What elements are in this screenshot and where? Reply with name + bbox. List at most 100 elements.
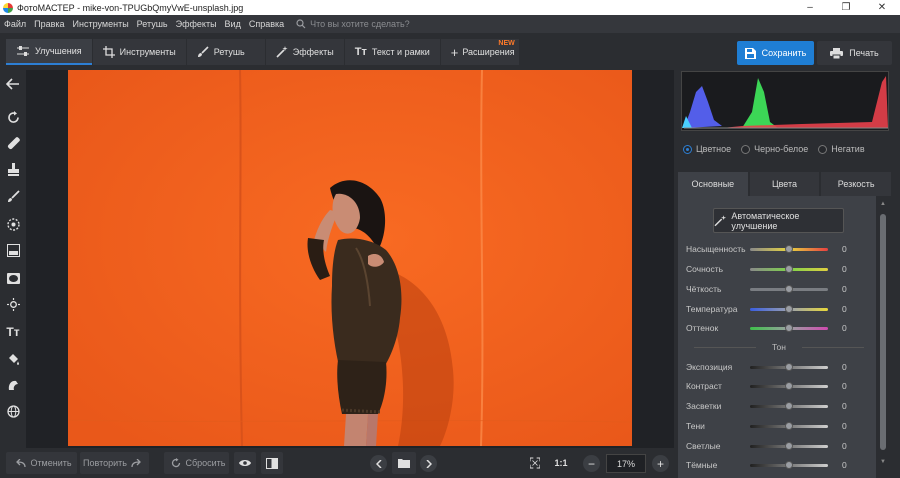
next-photo-button[interactable] (420, 455, 437, 472)
vignette-icon[interactable] (5, 270, 21, 286)
fill-bucket-icon[interactable] (5, 350, 21, 366)
window-controls: – ❐ ✕ (792, 0, 900, 15)
chevron-right-icon (425, 459, 432, 468)
slider-darks[interactable]: Тёмные 0 (686, 459, 851, 471)
restore-icon[interactable]: ❐ (828, 0, 864, 15)
slider-knob[interactable] (785, 265, 793, 273)
slider-knob[interactable] (785, 305, 793, 313)
mode-color[interactable]: Цветное (683, 144, 731, 154)
globe-icon[interactable] (5, 403, 21, 419)
slider-temperature[interactable]: Температура 0 (686, 303, 851, 315)
slider-knob[interactable] (785, 422, 793, 430)
redo-label: Повторить (83, 458, 127, 468)
photo-preview[interactable] (68, 70, 632, 446)
actual-size-button[interactable]: 1:1 (550, 452, 572, 474)
eye-icon (239, 460, 251, 466)
sparkle-icon (714, 214, 727, 226)
redo-icon (131, 458, 141, 467)
tab-retouch[interactable]: Ретушь (186, 39, 265, 65)
minimize-icon[interactable]: – (792, 0, 828, 15)
compare-button[interactable] (261, 452, 283, 474)
scroll-down-icon[interactable]: ▼ (879, 458, 887, 466)
reset-button[interactable]: Сбросить (164, 452, 229, 474)
menu-help[interactable]: Справка (249, 19, 284, 29)
zoom-level-field[interactable]: 17% (606, 454, 646, 473)
module-tabs: Улучшения Инструменты Ретушь Эффекты Tт … (6, 39, 520, 65)
slider-value: 0 (842, 284, 847, 294)
stamp-icon[interactable] (5, 161, 21, 177)
panel-scrollbar[interactable]: ▲ ▼ (879, 200, 887, 470)
tab-colors[interactable]: Цвета (749, 172, 820, 196)
slider-value: 0 (842, 401, 847, 411)
zoom-out-button[interactable]: − (583, 455, 600, 472)
menu-file[interactable]: Файл (4, 19, 26, 29)
light-icon[interactable] (5, 296, 21, 312)
tab-effects[interactable]: Эффекты (265, 39, 344, 65)
slider-shadows[interactable]: Тени 0 (686, 420, 851, 432)
menu-view[interactable]: Вид (225, 19, 241, 29)
scroll-thumb[interactable] (880, 214, 886, 450)
tab-text-frames[interactable]: Tт Текст и рамки (344, 39, 440, 65)
radio[interactable] (741, 144, 751, 154)
slider-tint[interactable]: Оттенок 0 (686, 322, 851, 334)
slider-label: Тени (686, 421, 705, 431)
divider (694, 346, 757, 348)
gradient-filter-icon[interactable] (5, 242, 21, 258)
slider-knob[interactable] (785, 285, 793, 293)
slider-knob[interactable] (785, 324, 793, 332)
menu-search[interactable]: Что вы хотите сделать? (296, 19, 410, 29)
slider-knob[interactable] (785, 363, 793, 371)
back-arrow-icon[interactable] (5, 76, 21, 92)
slider-knob[interactable] (785, 442, 793, 450)
menu-effects[interactable]: Эффекты (176, 19, 217, 29)
panel-body (678, 196, 876, 478)
slider-lights[interactable]: Светлые 0 (686, 440, 851, 452)
undo-icon (16, 458, 27, 467)
search-icon (296, 19, 306, 29)
undo-button[interactable]: Отменить (6, 452, 77, 474)
menu-edit[interactable]: Правка (34, 19, 64, 29)
tab-sharpness[interactable]: Резкость (821, 172, 892, 196)
slider-knob[interactable] (785, 382, 793, 390)
auto-enhance-button[interactable]: Автоматическое улучшение (713, 208, 844, 233)
slider-knob[interactable] (785, 461, 793, 469)
zoom-in-button[interactable]: + (652, 455, 669, 472)
healing-patch-icon[interactable] (5, 135, 21, 151)
preview-toggle-button[interactable] (234, 452, 256, 474)
tab-tools[interactable]: Инструменты (92, 39, 186, 65)
slider-clarity[interactable]: Чёткость 0 (686, 283, 851, 295)
rotate-icon[interactable] (5, 109, 21, 125)
mode-bw[interactable]: Черно-белое (741, 144, 808, 154)
title-bar: ФотоМАСТЕР - mike-von-TPUGbQmyVwE-unspla… (0, 0, 900, 15)
redo-button[interactable]: Повторить (80, 452, 149, 474)
brush-tool-icon[interactable] (5, 188, 21, 204)
slider-label: Засветки (686, 401, 722, 411)
radio-selected[interactable] (683, 144, 692, 154)
scroll-up-icon[interactable]: ▲ (879, 200, 887, 208)
search-placeholder: Что вы хотите сделать? (310, 19, 410, 29)
slider-exposure[interactable]: Экспозиция 0 (686, 361, 851, 373)
radial-filter-icon[interactable] (5, 216, 21, 232)
fit-screen-button[interactable] (526, 452, 544, 474)
color-replace-icon[interactable] (5, 377, 21, 393)
tab-label: Ретушь (213, 47, 245, 57)
save-button[interactable]: Сохранить (737, 41, 814, 65)
tab-basic[interactable]: Основные (678, 172, 748, 196)
tab-enhancements[interactable]: Улучшения (6, 39, 92, 65)
slider-highlights[interactable]: Засветки 0 (686, 400, 851, 412)
close-icon[interactable]: ✕ (864, 0, 900, 15)
prev-photo-button[interactable] (370, 455, 387, 472)
print-button[interactable]: Печать (817, 41, 892, 65)
radio[interactable] (818, 144, 828, 154)
menu-tools[interactable]: Инструменты (73, 19, 129, 29)
slider-contrast[interactable]: Контраст 0 (686, 380, 851, 392)
tab-extensions[interactable]: + Расширения NEW (440, 39, 519, 65)
slider-knob[interactable] (785, 245, 793, 253)
menu-retouch[interactable]: Ретушь (137, 19, 168, 29)
slider-vibrance[interactable]: Сочность 0 (686, 263, 851, 275)
slider-knob[interactable] (785, 402, 793, 410)
text-tool-icon[interactable]: Tт (5, 324, 21, 340)
slider-saturation[interactable]: Насыщенность 0 (686, 243, 851, 255)
open-folder-button[interactable] (392, 452, 416, 474)
mode-negative[interactable]: Негатив (818, 144, 865, 154)
